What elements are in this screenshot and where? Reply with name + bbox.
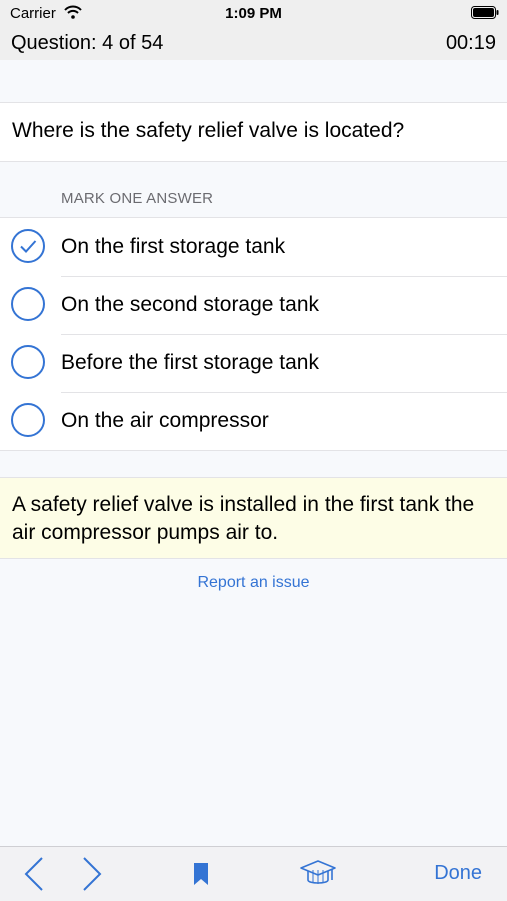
chevron-right-icon[interactable]	[80, 856, 104, 892]
question-counter: Question: 4 of 54	[11, 32, 164, 54]
question-card: Where is the safety relief valve is loca…	[0, 102, 507, 162]
report-issue-link[interactable]: Report an issue	[0, 574, 507, 592]
answer-option[interactable]: On the air compressor	[0, 392, 507, 450]
chevron-left-icon[interactable]	[22, 856, 46, 892]
battery-icon	[471, 6, 499, 19]
answer-text: On the first storage tank	[61, 235, 286, 258]
answer-text: Before the first storage tank	[61, 351, 319, 374]
explanation-text: A safety relief valve is installed in th…	[12, 493, 475, 544]
answer-option[interactable]: Before the first storage tank	[0, 334, 507, 392]
status-time: 1:09 PM	[225, 5, 282, 22]
radio-unchecked-icon[interactable]	[11, 345, 45, 379]
graduation-cap-icon[interactable]	[299, 858, 337, 890]
radio-unchecked-icon[interactable]	[11, 287, 45, 321]
explanation-box: A safety relief valve is installed in th…	[0, 477, 507, 559]
answer-text: On the second storage tank	[61, 293, 319, 316]
bookmark-icon[interactable]	[193, 863, 209, 885]
radio-unchecked-icon[interactable]	[11, 403, 45, 437]
answer-option[interactable]: On the first storage tank	[0, 218, 507, 276]
mark-one-answer-label: MARK ONE ANSWER	[61, 190, 214, 207]
answer-option[interactable]: On the second storage tank	[0, 276, 507, 334]
quiz-header: Question: 4 of 54 00:19	[0, 28, 507, 60]
bottom-toolbar: Done	[0, 846, 507, 901]
done-button[interactable]: Done	[434, 862, 482, 885]
answer-list: On the first storage tank On the second …	[0, 217, 507, 451]
question-timer: 00:19	[445, 32, 496, 54]
radio-checked-icon[interactable]	[11, 229, 45, 263]
answer-text: On the air compressor	[61, 409, 269, 432]
status-bar: Carrier 1:09 PM	[0, 0, 507, 28]
question-text: Where is the safety relief valve is loca…	[12, 119, 405, 142]
